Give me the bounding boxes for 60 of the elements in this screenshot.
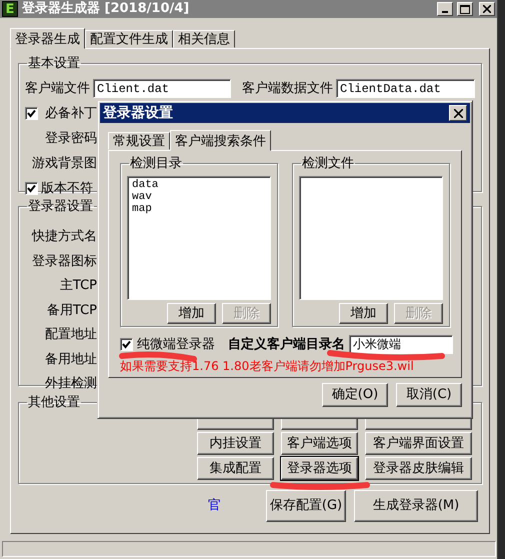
input-field[interactable]: 小米微端 bbox=[349, 335, 453, 354]
checkbox-label: 纯微端登录器 bbox=[137, 336, 216, 352]
button[interactable]: 增加 bbox=[167, 303, 216, 324]
list-item[interactable]: wav bbox=[132, 191, 266, 203]
button[interactable]: 集成配置 bbox=[197, 457, 274, 480]
tab[interactable]: 客户端搜索条件 bbox=[170, 130, 271, 151]
tab[interactable]: 相关信息 bbox=[173, 30, 235, 48]
field-label: 登录器图标 bbox=[31, 254, 97, 270]
input-field[interactable]: Client.dat bbox=[93, 79, 231, 98]
field-label: 客户端文件 bbox=[25, 80, 90, 96]
tab[interactable]: 配置文件生成 bbox=[85, 30, 173, 48]
field-label: 客户端数据文件 bbox=[242, 80, 333, 96]
list-item[interactable]: map bbox=[132, 203, 266, 215]
group-title: 检测目录 bbox=[129, 157, 183, 170]
button[interactable]: 客户端选项 bbox=[281, 432, 358, 455]
window-title: 登录器生成器 [2018/10/4] bbox=[22, 1, 190, 17]
checkbox[interactable] bbox=[120, 338, 133, 351]
field-label: 主TCP bbox=[58, 278, 97, 294]
minimize-button[interactable] bbox=[437, 2, 453, 16]
field-label: 快捷方式名 bbox=[30, 229, 97, 246]
input-field[interactable]: ClientData.dat bbox=[336, 79, 475, 98]
tab[interactable]: 常规设置 bbox=[108, 132, 170, 150]
button[interactable]: 取消(C) bbox=[396, 383, 462, 407]
list-item[interactable]: data bbox=[132, 179, 266, 191]
group-title: 登录器设置 bbox=[27, 200, 94, 213]
maximize-icon bbox=[460, 4, 470, 14]
field-label: 备用TCP bbox=[46, 302, 97, 319]
close-icon bbox=[483, 5, 491, 13]
button[interactable]: 增加 bbox=[339, 303, 388, 324]
checkbox[interactable] bbox=[25, 107, 38, 120]
field-label: 备用地址 bbox=[44, 352, 97, 368]
list-box[interactable] bbox=[299, 176, 443, 300]
field-label: 登录密码 bbox=[44, 130, 97, 146]
field-label: 游戏背景图 bbox=[31, 156, 97, 172]
link[interactable]: 官 bbox=[208, 498, 258, 514]
close-button[interactable] bbox=[479, 2, 495, 16]
field-label: 配置地址 bbox=[44, 327, 97, 344]
button[interactable]: 客户端界面设置 bbox=[365, 432, 472, 455]
button[interactable]: 保存配置(G) bbox=[266, 490, 346, 522]
close-icon bbox=[454, 108, 462, 118]
field-label: 自定义客户端目录名 bbox=[228, 336, 345, 352]
group-title: 基本设置 bbox=[27, 57, 81, 70]
button[interactable]: 确定(O) bbox=[322, 383, 388, 407]
checkbox[interactable] bbox=[25, 182, 38, 195]
close-button[interactable] bbox=[449, 105, 467, 121]
list-box[interactable]: data wav map bbox=[127, 176, 271, 300]
checkbox-label: 必备补丁 bbox=[44, 106, 97, 122]
maximize-button[interactable] bbox=[457, 2, 473, 16]
group-title: 检测文件 bbox=[301, 157, 355, 170]
app-icon: E bbox=[2, 1, 18, 17]
checkbox-label: 版本不符 bbox=[41, 180, 93, 196]
field-label: 外挂检测 bbox=[44, 376, 97, 392]
button[interactable]: 内挂设置 bbox=[197, 432, 274, 455]
warning-text: 如果需要支持1.76 1.80老客户端请勿增加Prguse3.wil bbox=[120, 359, 415, 374]
button[interactable]: 登录器皮肤编辑 bbox=[365, 457, 472, 480]
button[interactable]: 登录器选项 bbox=[281, 457, 358, 480]
tab[interactable]: 登录器生成 bbox=[10, 28, 85, 49]
button[interactable]: 生成登录器(M) bbox=[354, 490, 478, 522]
dialog-title: 登录器设置 bbox=[103, 104, 174, 122]
group-title: 其他设置 bbox=[27, 396, 81, 409]
